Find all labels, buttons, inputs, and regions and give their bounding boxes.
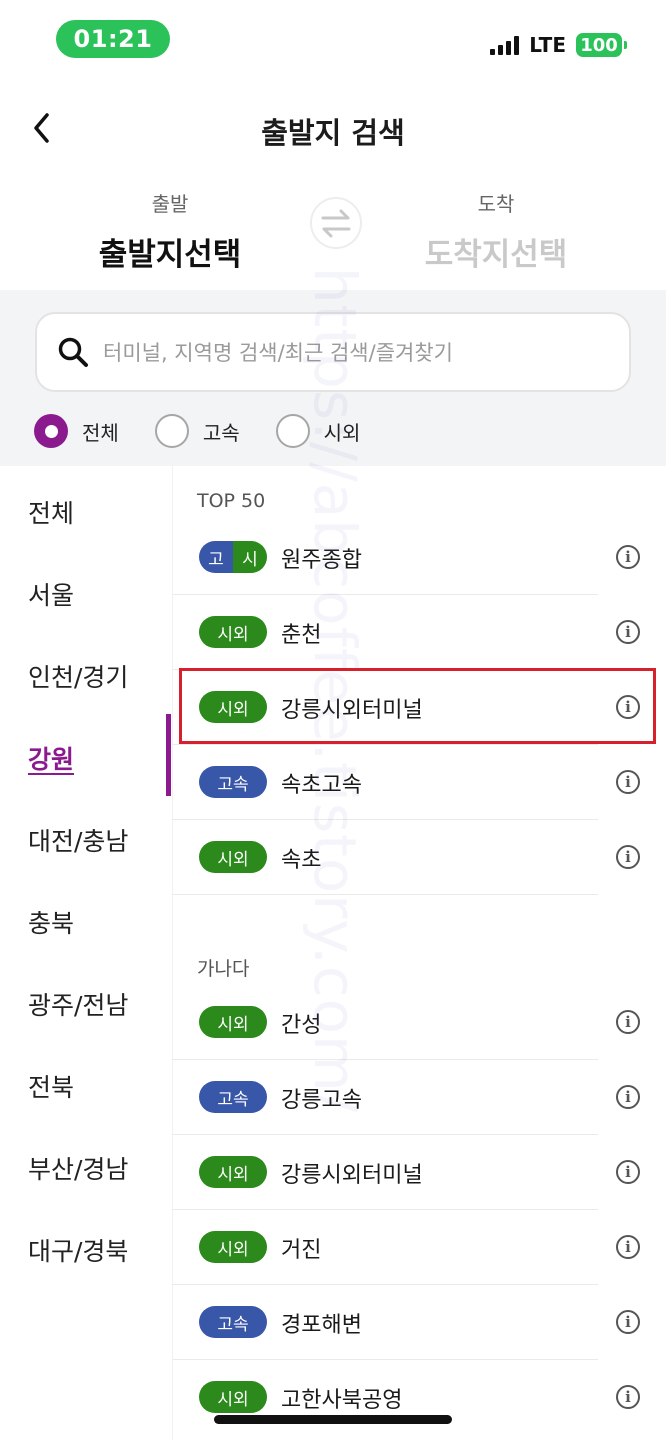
badge-express-part: 고 — [208, 549, 224, 570]
region-item-incheon-gyeonggi[interactable]: 인천/경기 — [28, 658, 128, 694]
search-input[interactable]: 터미널, 지역명 검색/최근 검색/즐겨찾기 — [35, 312, 631, 392]
terminal-name: 속초고속 — [281, 773, 362, 798]
terminal-name: 고한사북공영 — [281, 1388, 403, 1413]
bus-type-badge: 시외 — [199, 1231, 267, 1263]
filter-label: 시외 — [323, 420, 361, 445]
terminal-row[interactable]: 시외 간성 i — [173, 985, 666, 1060]
active-region-indicator — [166, 714, 171, 796]
bus-type-badge: 시외 — [199, 1381, 267, 1413]
region-item-daegu-gyeongbuk[interactable]: 대구/경북 — [28, 1232, 128, 1268]
bus-type-badge: 고속 — [199, 766, 267, 798]
bus-type-badge: 시외 — [199, 841, 267, 873]
terminal-row[interactable]: 시외 속초 i — [173, 820, 666, 895]
info-icon[interactable]: i — [616, 845, 640, 869]
arrival-label: 도착 — [477, 192, 515, 216]
terminal-row[interactable]: 고속 속초고속 i — [173, 745, 666, 820]
radio-unselected-icon — [154, 414, 189, 448]
terminal-name: 강릉고속 — [281, 1088, 362, 1113]
row-divider — [173, 894, 598, 895]
terminal-name: 강릉시외터미널 — [281, 1163, 423, 1188]
departure-value: 출발지선택 — [98, 237, 242, 273]
highlight-box — [179, 668, 656, 744]
bus-type-badge: 고속 — [199, 1306, 267, 1338]
terminal-name: 원주종합 — [281, 548, 362, 573]
info-icon[interactable]: i — [616, 1160, 640, 1184]
region-sidebar: 전체 서울 인천/경기 강원 대전/충남 충북 광주/전남 전북 부산/경남 대… — [0, 466, 172, 1440]
info-icon[interactable]: i — [616, 1085, 640, 1109]
terminal-name: 간성 — [281, 1013, 322, 1038]
info-icon[interactable]: i — [616, 545, 640, 569]
terminal-name: 경포해변 — [281, 1313, 362, 1338]
filter-all[interactable]: 전체 — [34, 414, 119, 448]
battery-level: 100 — [580, 34, 618, 56]
bus-type-filter: 전체 고속 시외 — [34, 414, 396, 448]
region-item-jeonbuk[interactable]: 전북 — [28, 1068, 74, 1104]
region-item-seoul[interactable]: 서울 — [28, 576, 74, 612]
terminal-name: 거진 — [281, 1238, 322, 1263]
terminal-list: TOP 50 고 시 원주종합 i 시외 춘천 i 시외 강릉시외터미널 i 고… — [173, 466, 666, 1440]
arrival-selector[interactable]: 도착 도착지선택 — [376, 188, 616, 274]
bus-type-badge: 시외 — [199, 1156, 267, 1188]
search-icon — [58, 337, 88, 367]
terminal-row[interactable]: 고속 강릉고속 i — [173, 1060, 666, 1135]
bus-type-badge: 시외 — [199, 1006, 267, 1038]
info-icon[interactable]: i — [616, 1310, 640, 1334]
search-area: 터미널, 지역명 검색/최근 검색/즐겨찾기 전체 고속 시외 — [0, 290, 666, 466]
bus-type-badge: 고속 — [199, 1081, 267, 1113]
terminal-name: 춘천 — [281, 623, 322, 648]
filter-label: 고속 — [202, 420, 240, 445]
swap-button[interactable] — [310, 197, 362, 249]
region-item-all[interactable]: 전체 — [28, 494, 74, 530]
status-time: 01:21 — [56, 20, 170, 58]
info-icon[interactable]: i — [616, 1385, 640, 1409]
terminal-row[interactable]: 시외 강릉시외터미널 i — [173, 1135, 666, 1210]
info-icon[interactable]: i — [616, 620, 640, 644]
region-item-gwangju-jeonnam[interactable]: 광주/전남 — [28, 986, 128, 1022]
terminal-row[interactable]: 고속 경포해변 i — [173, 1285, 666, 1360]
filter-express[interactable]: 고속 — [154, 414, 240, 448]
search-placeholder: 터미널, 지역명 검색/최근 검색/즐겨찾기 — [103, 341, 453, 365]
departure-label: 출발 — [151, 192, 189, 216]
filter-label: 전체 — [82, 420, 119, 445]
terminal-row[interactable]: 고 시 원주종합 i — [173, 520, 666, 595]
signal-icon — [490, 35, 520, 55]
departure-selector[interactable]: 출발 출발지선택 — [50, 188, 290, 274]
swap-arrows-icon — [321, 209, 351, 238]
region-item-busan-gyeongnam[interactable]: 부산/경남 — [28, 1150, 128, 1186]
battery-icon: 100 — [576, 33, 627, 57]
info-icon[interactable]: i — [616, 1235, 640, 1259]
arrival-value: 도착지선택 — [424, 237, 568, 273]
terminal-name: 속초 — [281, 848, 322, 873]
bus-type-badge: 시외 — [199, 616, 267, 648]
bus-type-badge: 고 시 — [199, 541, 267, 573]
section-title-alphabetical: 가나다 — [197, 958, 250, 980]
info-icon[interactable]: i — [616, 770, 640, 794]
info-icon[interactable]: i — [616, 1010, 640, 1034]
page-title: 출발지 검색 — [261, 116, 405, 150]
region-item-chungbuk[interactable]: 충북 — [28, 904, 74, 940]
terminal-row[interactable]: 시외 춘천 i — [173, 595, 666, 670]
section-title-top50: TOP 50 — [197, 490, 266, 512]
region-item-daejeon-chungnam[interactable]: 대전/충남 — [28, 822, 128, 858]
region-item-gangwon[interactable]: 강원 — [28, 740, 74, 776]
status-indicators: LTE 100 — [490, 30, 627, 60]
radio-unselected-icon — [275, 414, 310, 448]
home-indicator — [214, 1415, 452, 1424]
badge-city-part: 시 — [242, 549, 258, 570]
terminal-row[interactable]: 시외 거진 i — [173, 1210, 666, 1285]
radio-selected-icon — [34, 414, 68, 448]
network-label: LTE — [529, 33, 566, 57]
filter-city[interactable]: 시외 — [275, 414, 361, 448]
